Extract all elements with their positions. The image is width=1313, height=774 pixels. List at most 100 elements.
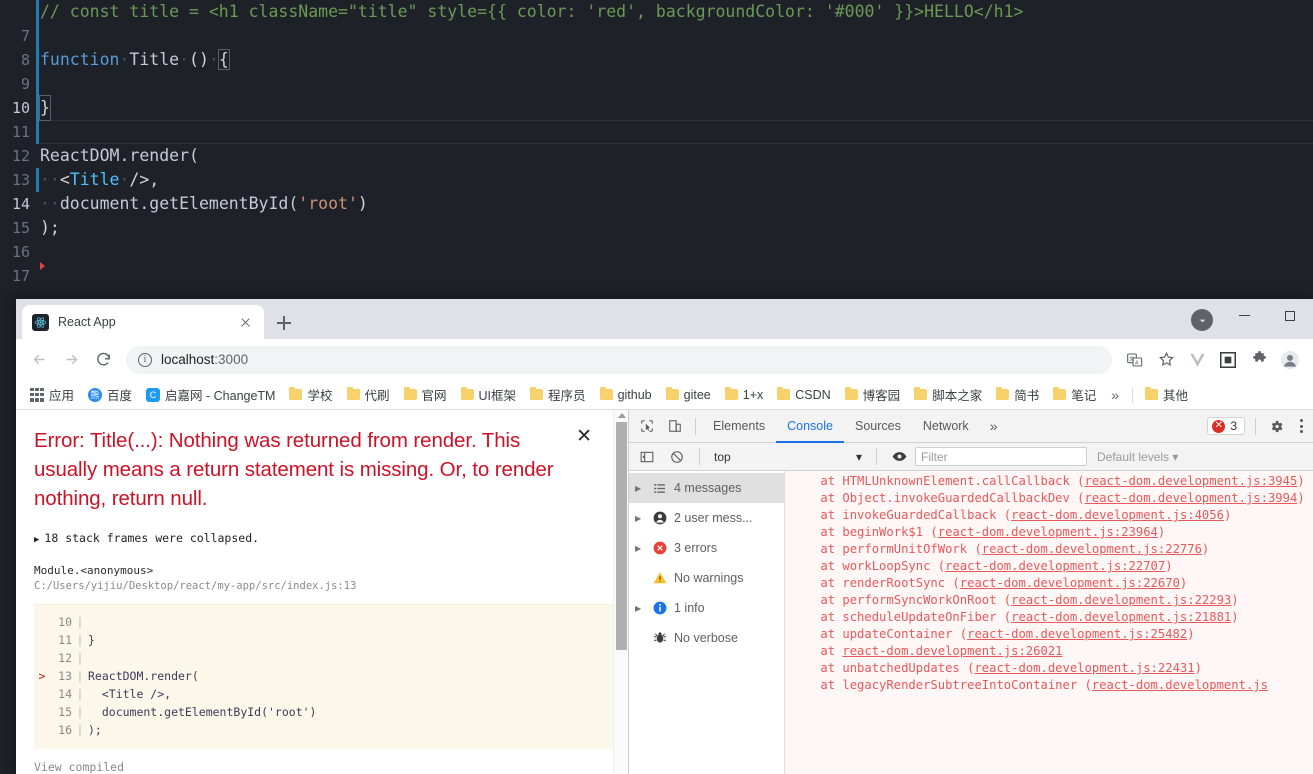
jsx-component-name: Title: [69, 170, 120, 189]
address-bar[interactable]: i localhost:3000: [126, 345, 1112, 374]
code-frame-row: 10 |: [34, 613, 614, 631]
source-link[interactable]: react-dom.development.js:22776: [982, 542, 1202, 556]
bookmark-baidu[interactable]: 熊 百度: [82, 382, 138, 407]
info-circle-icon[interactable]: i: [138, 352, 152, 367]
stack-prefix: at updateContainer (: [791, 627, 968, 641]
bookmark-github[interactable]: github: [594, 385, 658, 405]
bookmark-jianshu[interactable]: 简书: [990, 382, 1045, 407]
bookmark-bokeyuan[interactable]: 博客园: [839, 382, 907, 407]
profile-chip-icon[interactable]: [1191, 309, 1213, 331]
source-link[interactable]: react-dom.development.js:22670: [960, 576, 1180, 590]
tab-sources[interactable]: Sources: [844, 410, 912, 443]
source-link[interactable]: react-dom.development.js:3945: [1085, 474, 1298, 488]
bookmark-biji[interactable]: 笔记: [1047, 382, 1102, 407]
tab-title: React App: [58, 315, 116, 329]
source-link[interactable]: react-dom.development.js:26021: [842, 644, 1062, 658]
close-icon[interactable]: ✕: [576, 427, 592, 446]
forward-arrow-icon[interactable]: [56, 345, 86, 375]
live-expression-eye-icon[interactable]: [885, 444, 913, 470]
console-output[interactable]: at HTMLUnknownElement.callCallback (reac…: [785, 471, 1313, 774]
back-arrow-icon[interactable]: [24, 345, 54, 375]
bookmark-changetm[interactable]: C 启嘉网 - ChangeTM: [140, 382, 281, 407]
stack-prefix: at renderRootSync (: [791, 576, 960, 590]
page-scrollbar[interactable]: [613, 410, 628, 774]
source-link[interactable]: react-dom.development.js: [1092, 678, 1268, 692]
translate-icon[interactable]: 文A: [1120, 345, 1150, 375]
tab-console[interactable]: Console: [776, 410, 844, 443]
bookmarks-overflow-button[interactable]: »: [1104, 387, 1126, 403]
bookmark-qita[interactable]: 其他: [1139, 382, 1194, 407]
source-link[interactable]: react-dom.development.js:22431: [974, 661, 1194, 675]
scrollbar-thumb[interactable]: [616, 422, 627, 650]
chevron-right-icon[interactable]: ▶: [635, 514, 645, 523]
bookmark-apps[interactable]: 应用: [24, 382, 80, 407]
device-toolbar-icon[interactable]: [661, 413, 689, 439]
scroll-up-arrow-icon[interactable]: [618, 413, 626, 418]
source-link[interactable]: react-dom.development.js:23964: [938, 525, 1158, 539]
new-tab-button[interactable]: [271, 310, 297, 336]
sidebar-item-label: 3 errors: [674, 541, 718, 555]
extensions-puzzle-icon[interactable]: [1244, 345, 1274, 375]
clear-console-icon[interactable]: [663, 444, 691, 470]
console-context-selector[interactable]: top ▾: [708, 447, 868, 467]
source-link[interactable]: react-dom.development.js:3994: [1085, 491, 1298, 505]
row-line-number: 15: [58, 705, 72, 719]
chevron-right-icon[interactable]: ▶: [635, 604, 645, 613]
chevron-right-icon[interactable]: ▶: [635, 484, 645, 493]
collapsed-frames-toggle[interactable]: ▶ 18 stack frames were collapsed.: [34, 531, 628, 545]
bookmark-csdn[interactable]: CSDN: [771, 385, 836, 405]
bookmark-1plusx[interactable]: 1+x: [719, 385, 770, 405]
tab-network[interactable]: Network: [912, 410, 980, 443]
kebab-menu-icon[interactable]: [1290, 419, 1313, 433]
bookmark-star-icon[interactable]: [1151, 345, 1181, 375]
bookmark-daishua[interactable]: 代刷: [341, 382, 396, 407]
warning-icon: [651, 571, 668, 585]
bookmark-chengxuyuan[interactable]: 程序员: [524, 382, 592, 407]
show-console-sidebar-icon[interactable]: [633, 444, 661, 470]
tab-react-app[interactable]: React App: [22, 305, 264, 339]
console-filter-input[interactable]: Filter: [915, 447, 1087, 466]
folder-icon: [346, 386, 360, 400]
maximize-icon[interactable]: [1267, 299, 1313, 332]
folder-icon: [599, 386, 613, 400]
stack-line: at renderRootSync (react-dom.development…: [785, 575, 1313, 592]
bookmark-gitee[interactable]: gitee: [660, 385, 717, 405]
stack-prefix: at invokeGuardedCallback (: [791, 508, 1012, 522]
editor-line-7: 7 // const title = <h1 className="title"…: [0, 0, 1313, 45]
reload-icon[interactable]: [88, 345, 118, 375]
close-icon[interactable]: [237, 314, 254, 331]
more-tabs-icon[interactable]: »: [980, 418, 1008, 434]
react-devtools-icon[interactable]: [1213, 345, 1243, 375]
source-link[interactable]: react-dom.development.js:22707: [945, 559, 1165, 573]
inspect-element-icon[interactable]: [633, 413, 661, 439]
profile-avatar-icon[interactable]: [1275, 345, 1305, 375]
sidebar-item-verbose[interactable]: No verbose: [629, 623, 784, 653]
gear-icon[interactable]: [1262, 413, 1290, 439]
view-compiled-button[interactable]: View compiled: [34, 760, 628, 774]
vue-devtools-icon[interactable]: [1182, 345, 1212, 375]
code-frame-row: 11 |}: [34, 631, 614, 649]
minimize-icon[interactable]: [1221, 299, 1267, 332]
sidebar-item-warnings[interactable]: No warnings: [629, 563, 784, 593]
bookmark-xuexiao[interactable]: 学校: [283, 382, 338, 407]
source-link[interactable]: react-dom.development.js:22293: [1011, 593, 1231, 607]
sidebar-item-errors[interactable]: ▶ 3 errors: [629, 533, 784, 563]
bookmark-label: 简书: [1014, 389, 1040, 403]
error-count-badge[interactable]: ✕ 3: [1207, 417, 1245, 435]
tab-elements[interactable]: Elements: [702, 410, 776, 443]
bookmark-jiaobenzhijia[interactable]: 脚本之家: [908, 382, 988, 407]
url-host: localhost: [161, 352, 215, 367]
chevron-right-icon[interactable]: ▶: [635, 544, 645, 553]
sidebar-item-messages[interactable]: ▶ 4 messages: [629, 473, 784, 503]
source-link[interactable]: react-dom.development.js:21881: [1011, 610, 1231, 624]
getelementbyid-call: document.getElementById(: [59, 194, 299, 213]
source-link[interactable]: react-dom.development.js:25482: [967, 627, 1187, 641]
sidebar-item-user-messages[interactable]: ▶ 2 user mess...: [629, 503, 784, 533]
code-frame-row: 14 | <Title />,: [34, 685, 614, 703]
bookmark-ui-framework[interactable]: UI框架: [455, 382, 523, 407]
folder-icon: [403, 386, 417, 400]
sidebar-item-info[interactable]: ▶ 1 info: [629, 593, 784, 623]
source-link[interactable]: react-dom.development.js:4056: [1011, 508, 1224, 522]
log-levels-selector[interactable]: Default levels ▾: [1089, 450, 1186, 464]
bookmark-guanwang[interactable]: 官网: [398, 382, 453, 407]
